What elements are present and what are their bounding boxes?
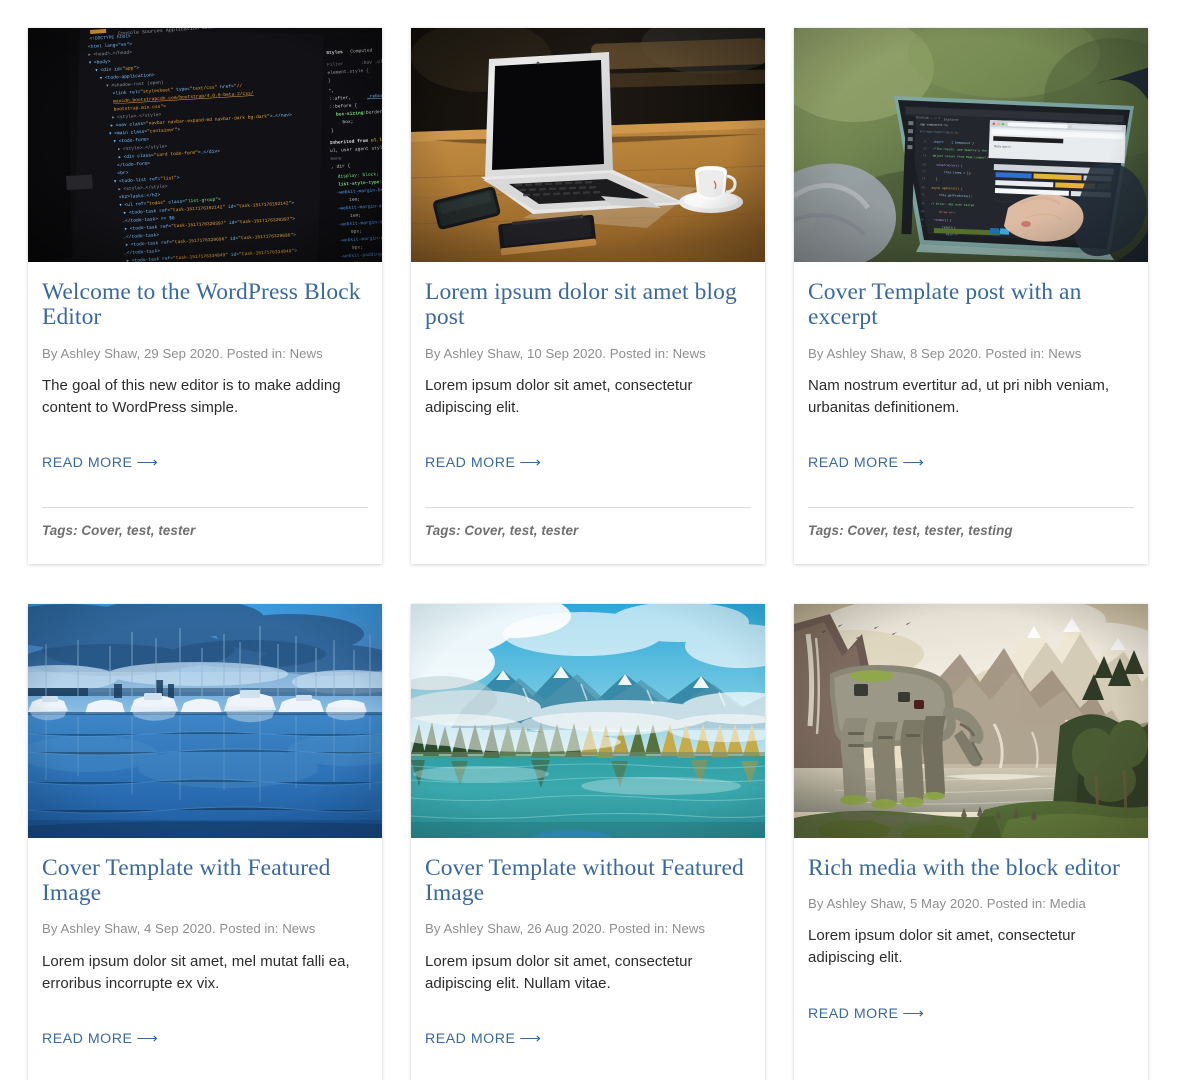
post-thumbnail-link[interactable]: ▸ VSCodium — □ × Explorer app.component.…: [794, 28, 1148, 262]
post-tags-section: Tags: Cover, test, tester: [42, 507, 368, 563]
read-more-label: READ MORE: [808, 455, 899, 472]
post-card: Cover Template with Featured Image By As…: [28, 603, 382, 1080]
read-more-link[interactable]: READ MORE ⟶: [425, 453, 751, 471]
post-card: Cover Template without Featured Image By…: [411, 603, 765, 1080]
post-card-body: Cover Template without Featured Image By…: [411, 838, 765, 1080]
read-more-label: READ MORE: [42, 1030, 133, 1047]
post-card-body: Cover Template with Featured Image By As…: [28, 838, 382, 1080]
coding-outdoors-laptop-photo: ▸ VSCodium — □ × Explorer app.component.…: [794, 28, 1148, 262]
post-card: Console Sources Application Network Perf…: [28, 28, 382, 564]
arrow-right-icon: ⟶: [519, 454, 541, 472]
post-thumbnail-link[interactable]: Console Sources Application Network Perf…: [28, 28, 382, 262]
read-more-link[interactable]: READ MORE ⟶: [808, 1004, 1134, 1022]
post-thumbnail-link[interactable]: [411, 28, 765, 262]
read-more-link[interactable]: READ MORE ⟶: [42, 453, 368, 471]
post-tags[interactable]: Tags: Cover, test, tester: [425, 522, 751, 539]
post-card-body: Welcome to the WordPress Block Editor By…: [28, 262, 382, 564]
card-spacer: [42, 1047, 368, 1065]
read-more-label: READ MORE: [425, 1030, 516, 1047]
misty-alpine-lake-photo: [411, 603, 765, 838]
post-card: Rich media with the block editor By Ashl…: [794, 603, 1148, 1080]
read-more-link[interactable]: READ MORE ⟶: [808, 453, 1134, 471]
post-tags-section: Tags: Cover, test, tester: [425, 507, 751, 563]
post-meta: By Ashley Shaw, 26 Aug 2020. Posted in: …: [425, 921, 706, 937]
post-meta: By Ashley Shaw, 4 Sep 2020. Posted in: N…: [42, 921, 316, 937]
card-spacer: [425, 471, 751, 489]
post-tags-section: Tags: Cover, test, tester, testing: [808, 507, 1134, 563]
post-excerpt: Lorem ipsum dolor sit amet, consectetur …: [425, 376, 693, 417]
blue-marina-boats-photo: [28, 603, 382, 838]
post-title-link[interactable]: Cover Template without Featured Image: [425, 855, 751, 907]
arrow-right-icon: ⟶: [136, 1029, 158, 1047]
post-card-body: Rich media with the block editor By Ashl…: [794, 838, 1148, 1080]
post-thumbnail-link[interactable]: [411, 603, 765, 838]
read-more-link[interactable]: READ MORE ⟶: [425, 1029, 751, 1047]
post-title-link[interactable]: Cover Template with Featured Image: [42, 855, 368, 907]
card-spacer: [425, 1047, 751, 1065]
read-more-label: READ MORE: [42, 455, 133, 472]
post-card-body: Lorem ipsum dolor sit amet blog post By …: [411, 262, 765, 564]
post-thumbnail-link[interactable]: [28, 603, 382, 838]
post-excerpt: Lorem ipsum dolor sit amet, consectetur …: [808, 927, 1076, 967]
post-card: ▸ VSCodium — □ × Explorer app.component.…: [794, 28, 1148, 564]
post-meta: By Ashley Shaw, 29 Sep 2020. Posted in: …: [42, 345, 323, 361]
post-meta: By Ashley Shaw, 5 May 2020. Posted in: M…: [808, 896, 1086, 912]
arrow-right-icon: ⟶: [902, 454, 924, 472]
read-more-label: READ MORE: [425, 455, 516, 472]
posts-grid: Console Sources Application Network Perf…: [0, 0, 1180, 1080]
post-meta: By Ashley Shaw, 10 Sep 2020. Posted in: …: [425, 345, 706, 361]
post-thumbnail-link[interactable]: [794, 603, 1148, 838]
post-title-link[interactable]: Lorem ipsum dolor sit amet blog post: [425, 279, 751, 331]
card-spacer: [808, 471, 1134, 489]
post-excerpt: Lorem ipsum dolor sit amet, consectetur …: [425, 952, 693, 992]
post-title-link[interactable]: Cover Template post with an excerpt: [808, 279, 1134, 331]
post-tags[interactable]: Tags: Cover, test, tester: [42, 522, 368, 539]
post-excerpt: The goal of this new editor is to make a…: [42, 376, 341, 417]
post-excerpt: Lorem ipsum dolor sit amet, mel mutat fa…: [42, 952, 350, 992]
arrow-right-icon: ⟶: [902, 1004, 924, 1022]
post-tags[interactable]: Tags: Cover, test, tester, testing: [808, 522, 1134, 539]
at-at-walker-valley-painting: [794, 603, 1148, 838]
post-meta: By Ashley Shaw, 8 Sep 2020. Posted in: N…: [808, 345, 1082, 361]
read-more-link[interactable]: READ MORE ⟶: [42, 1029, 368, 1047]
code-editor-screen-photo: Console Sources Application Network Perf…: [28, 28, 382, 262]
post-title-link[interactable]: Welcome to the WordPress Block Editor: [42, 279, 368, 331]
post-card: Lorem ipsum dolor sit amet blog post By …: [411, 28, 765, 564]
laptop-on-wooden-desk-photo: [411, 28, 765, 262]
card-spacer: [808, 1022, 1134, 1065]
post-card-body: Cover Template post with an excerpt By A…: [794, 262, 1148, 564]
post-excerpt: Nam nostrum evertitur ad, ut pri nibh ve…: [808, 376, 1110, 417]
arrow-right-icon: ⟶: [136, 454, 158, 472]
arrow-right-icon: ⟶: [519, 1029, 541, 1047]
post-title-link[interactable]: Rich media with the block editor: [808, 855, 1134, 881]
card-spacer: [42, 471, 368, 489]
read-more-label: READ MORE: [808, 1005, 899, 1022]
